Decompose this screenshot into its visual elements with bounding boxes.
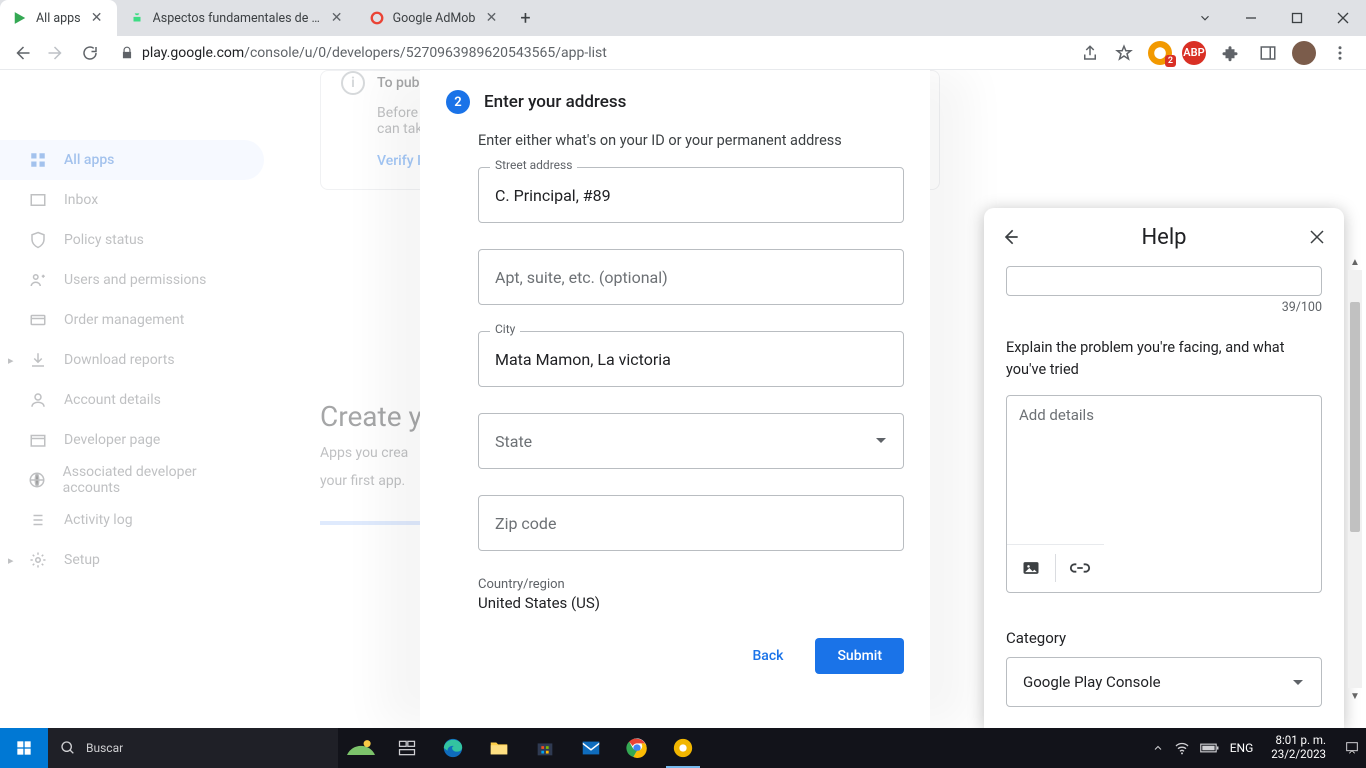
help-category-select[interactable]: Google Play Console [1006, 657, 1322, 707]
system-tray: ENG 8:01 p. m. 23/2/2023 [1146, 734, 1366, 762]
help-category-label: Category [1006, 629, 1322, 647]
attach-link-icon[interactable] [1056, 544, 1104, 592]
page-scrollbar[interactable]: ▲ ▼ [1348, 270, 1362, 688]
browser-tab[interactable]: Aspectos fundamentales de la ap ✕ [117, 0, 357, 36]
taskbar-time: 8:01 p. m. [1271, 734, 1326, 748]
weather-widget[interactable] [338, 728, 384, 768]
step-number: 2 [446, 90, 470, 114]
extensions-puzzle-icon[interactable] [1216, 39, 1244, 67]
url-text: play.google.com/console/u/0/developers/5… [142, 45, 607, 61]
close-icon[interactable]: ✕ [89, 10, 105, 26]
share-icon[interactable] [1076, 39, 1104, 67]
battery-icon[interactable] [1200, 742, 1220, 754]
tab-title: All apps [36, 11, 81, 26]
zip-input[interactable] [478, 495, 904, 551]
nav-back-button[interactable] [8, 39, 36, 67]
bookmark-star-icon[interactable] [1110, 39, 1138, 67]
tab-title: Google AdMob [393, 11, 476, 26]
apt-field [478, 249, 904, 305]
country-label: Country/region [478, 577, 904, 592]
country-value: United States (US) [478, 594, 904, 612]
browser-tab[interactable]: Google AdMob ✕ [357, 0, 512, 36]
start-button[interactable] [0, 728, 48, 768]
new-tab-button[interactable]: + [511, 0, 539, 36]
task-view-icon[interactable] [384, 728, 430, 768]
extension-icon[interactable]: ⬤2 [1148, 41, 1172, 65]
notifications-icon[interactable] [1344, 740, 1360, 756]
street-address-input[interactable] [478, 167, 904, 223]
sidepanel-icon[interactable] [1254, 39, 1282, 67]
help-details-placeholder: Add details [1019, 406, 1094, 424]
browser-toolbar: play.google.com/console/u/0/developers/5… [0, 36, 1366, 70]
window-maximize-button[interactable] [1274, 0, 1320, 36]
nav-reload-button[interactable] [76, 39, 104, 67]
search-icon [60, 740, 76, 756]
help-panel: Help 39/100 Explain the problem you're f… [984, 208, 1344, 728]
windows-taskbar: Buscar ENG 8:01 p. m. 23/2/2023 [0, 728, 1366, 768]
file-explorer-icon[interactable] [476, 728, 522, 768]
state-select[interactable]: State [478, 413, 904, 469]
mail-icon[interactable] [568, 728, 614, 768]
attach-image-icon[interactable] [1007, 544, 1055, 592]
help-category-value: Google Play Console [1023, 673, 1161, 691]
help-explain-label: Explain the problem you're facing, and w… [1006, 337, 1322, 381]
street-address-field: Street address [478, 167, 904, 223]
profile-avatar[interactable] [1292, 41, 1316, 65]
step-title: Enter your address [484, 92, 626, 112]
step-description: Enter either what's on your ID or your p… [478, 132, 904, 149]
help-topic-box[interactable] [1006, 266, 1322, 296]
window-minimize-button[interactable] [1228, 0, 1274, 36]
android-favicon [129, 10, 145, 26]
abp-extension-icon[interactable]: ABP [1182, 41, 1206, 65]
back-button[interactable]: Back [738, 638, 797, 674]
play-console-favicon [12, 10, 28, 26]
ms-store-icon[interactable] [522, 728, 568, 768]
close-icon[interactable]: ✕ [483, 10, 499, 26]
lock-icon [120, 46, 134, 60]
chrome-canary-icon[interactable] [660, 728, 706, 768]
taskbar-clock[interactable]: 8:01 p. m. 23/2/2023 [1263, 734, 1334, 762]
taskbar-date: 23/2/2023 [1271, 748, 1326, 762]
city-label: City [490, 322, 520, 336]
help-details-textarea[interactable]: Add details [1006, 395, 1322, 593]
help-title: Help [1141, 225, 1186, 250]
close-icon[interactable]: ✕ [329, 10, 345, 26]
edge-icon[interactable] [430, 728, 476, 768]
tab-title: Aspectos fundamentales de la ap [153, 11, 321, 26]
page-content: i To pub Before can tak Verify I All app… [0, 70, 1366, 728]
account-chevron-icon[interactable] [1182, 0, 1228, 36]
submit-button[interactable]: Submit [815, 638, 904, 674]
char-counter: 39/100 [1006, 300, 1322, 315]
chrome-menu-icon[interactable] [1326, 39, 1354, 67]
scroll-thumb[interactable] [1350, 302, 1360, 532]
language-indicator[interactable]: ENG [1230, 741, 1254, 755]
wifi-icon[interactable] [1174, 740, 1190, 756]
city-field: City [478, 331, 904, 387]
browser-tab-active[interactable]: All apps ✕ [0, 0, 117, 36]
street-address-label: Street address [490, 158, 577, 172]
zip-field [478, 495, 904, 551]
city-input[interactable] [478, 331, 904, 387]
taskbar-search-placeholder: Buscar [86, 741, 123, 755]
help-close-button[interactable] [1304, 224, 1330, 250]
address-modal: 2 Enter your address Enter either what's… [420, 70, 930, 728]
admob-favicon [369, 10, 385, 26]
scroll-up-arrow[interactable]: ▲ [1348, 254, 1362, 270]
chrome-taskbar-icon[interactable] [614, 728, 660, 768]
apt-input[interactable] [478, 249, 904, 305]
tray-overflow-icon[interactable] [1152, 742, 1164, 754]
state-field: State [478, 413, 904, 469]
nav-forward-button[interactable] [42, 39, 70, 67]
window-close-button[interactable] [1320, 0, 1366, 36]
scroll-down-arrow[interactable]: ▼ [1348, 688, 1362, 704]
help-back-button[interactable] [998, 224, 1024, 250]
browser-tabstrip: All apps ✕ Aspectos fundamentales de la … [0, 0, 1366, 36]
taskbar-search[interactable]: Buscar [48, 728, 338, 768]
address-bar[interactable]: play.google.com/console/u/0/developers/5… [110, 39, 1070, 67]
